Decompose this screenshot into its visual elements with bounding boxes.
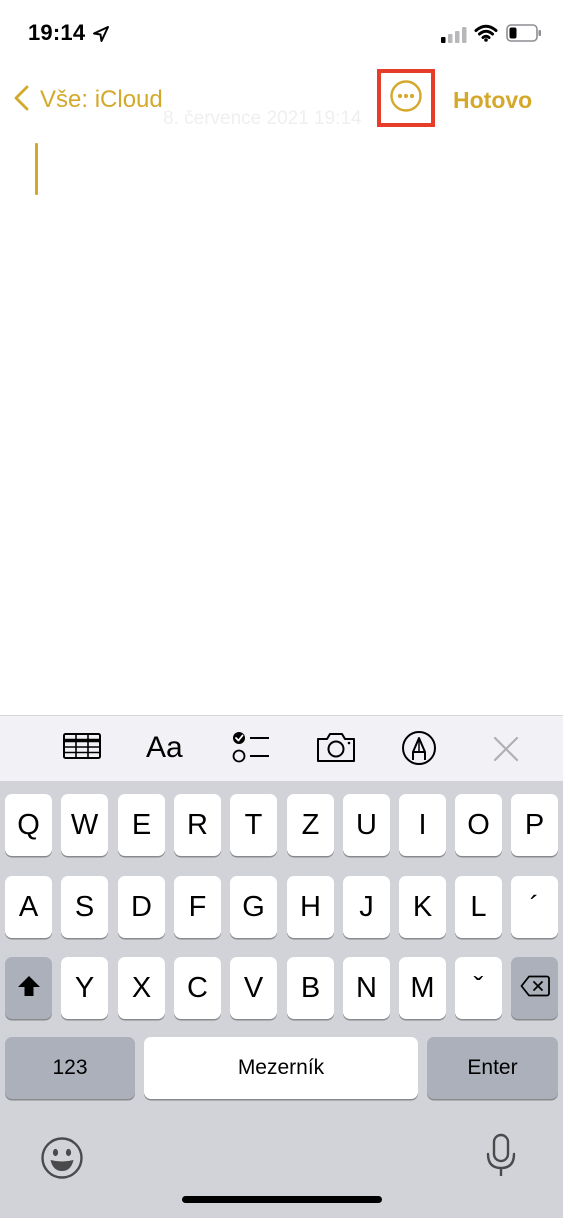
- camera-icon[interactable]: [315, 730, 357, 764]
- checklist-icon[interactable]: [231, 730, 271, 764]
- numbers-key[interactable]: 123: [5, 1037, 135, 1099]
- text-format-icon[interactable]: Aa: [146, 730, 183, 766]
- text-cursor: [35, 143, 38, 195]
- shift-arrow-icon: [17, 972, 41, 1005]
- key-s[interactable]: S: [61, 876, 108, 938]
- back-button-label: Vše: iCloud: [40, 86, 163, 113]
- key-w[interactable]: W: [61, 794, 108, 856]
- key-p[interactable]: P: [511, 794, 558, 856]
- key-e[interactable]: E: [118, 794, 165, 856]
- enter-key[interactable]: Enter: [427, 1037, 558, 1099]
- key-n[interactable]: N: [343, 957, 390, 1019]
- emoji-icon[interactable]: [40, 1136, 84, 1185]
- key-k[interactable]: K: [399, 876, 446, 938]
- key-acute-accent[interactable]: ´: [511, 876, 558, 938]
- key-t[interactable]: T: [230, 794, 277, 856]
- key-y[interactable]: Y: [61, 957, 108, 1019]
- ellipsis-circle-icon: [389, 79, 423, 118]
- key-z[interactable]: Z: [287, 794, 334, 856]
- key-i[interactable]: I: [399, 794, 446, 856]
- key-h[interactable]: H: [287, 876, 334, 938]
- key-g[interactable]: G: [230, 876, 277, 938]
- key-o[interactable]: O: [455, 794, 502, 856]
- back-button[interactable]: Vše: iCloud: [12, 84, 163, 116]
- cellular-signal-icon: [441, 27, 467, 48]
- wifi-icon: [474, 24, 498, 47]
- key-caron[interactable]: ˇ: [455, 957, 502, 1019]
- home-indicator: [182, 1196, 382, 1203]
- note-date: 8. července 2021 19:14: [163, 108, 362, 129]
- key-v[interactable]: V: [230, 957, 277, 1019]
- note-text-area[interactable]: [0, 130, 563, 715]
- backspace-icon: [520, 972, 550, 1005]
- key-q[interactable]: Q: [5, 794, 52, 856]
- key-b[interactable]: B: [287, 957, 334, 1019]
- space-key[interactable]: Mezerník: [144, 1037, 418, 1099]
- close-icon[interactable]: [492, 735, 520, 763]
- key-x[interactable]: X: [118, 957, 165, 1019]
- key-u[interactable]: U: [343, 794, 390, 856]
- more-options-button[interactable]: [377, 69, 435, 127]
- key-c[interactable]: C: [174, 957, 221, 1019]
- key-r[interactable]: R: [174, 794, 221, 856]
- table-icon[interactable]: [62, 730, 102, 762]
- backspace-key[interactable]: [511, 957, 558, 1019]
- microphone-icon[interactable]: [484, 1133, 518, 1184]
- key-j[interactable]: J: [343, 876, 390, 938]
- key-a[interactable]: A: [5, 876, 52, 938]
- status-bar: 19:14: [0, 0, 563, 70]
- keyboard: Q W E R T Z U I O P A S D F G H J K L ´ …: [0, 781, 563, 1218]
- markup-pen-icon[interactable]: [401, 730, 437, 766]
- navigation-bar: Vše: iCloud 8. července 2021 19:14 Hotov…: [0, 69, 563, 130]
- key-m[interactable]: M: [399, 957, 446, 1019]
- location-arrow-icon: [92, 25, 110, 48]
- status-time: 19:14: [28, 20, 86, 45]
- format-toolbar: Aa: [0, 715, 563, 781]
- key-l[interactable]: L: [455, 876, 502, 938]
- chevron-left-icon: [12, 84, 32, 117]
- key-f[interactable]: F: [174, 876, 221, 938]
- done-button[interactable]: Hotovo: [453, 87, 532, 114]
- key-d[interactable]: D: [118, 876, 165, 938]
- shift-key[interactable]: [5, 957, 52, 1019]
- battery-icon: [506, 24, 542, 47]
